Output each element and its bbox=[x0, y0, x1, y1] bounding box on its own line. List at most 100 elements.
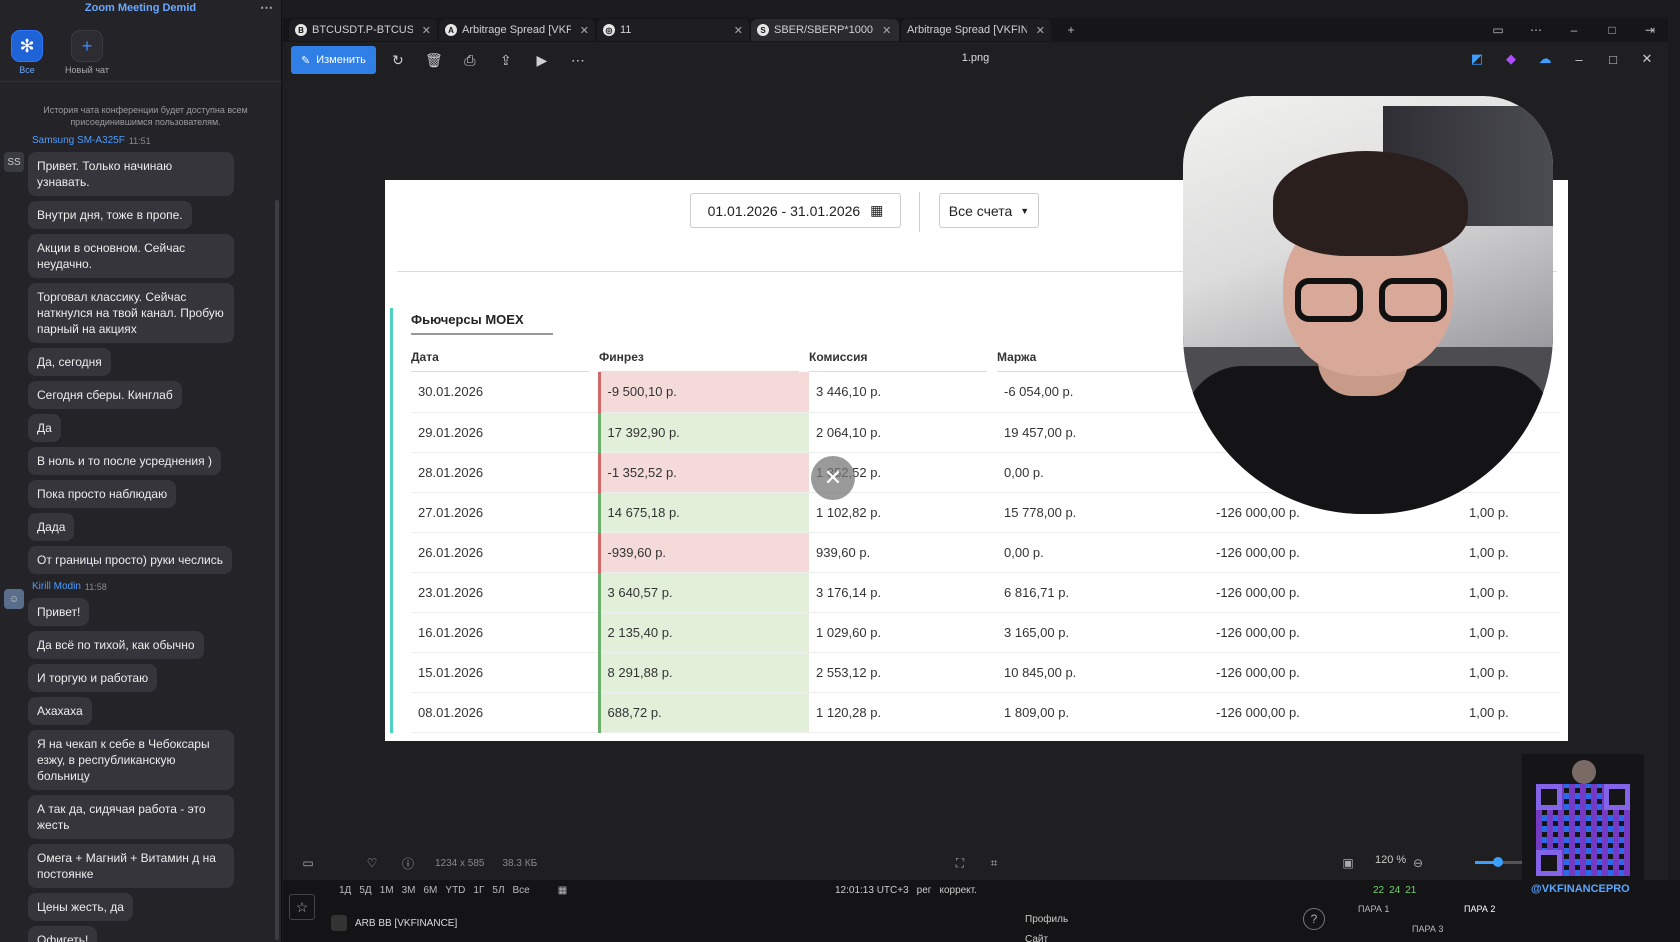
site-link[interactable]: Сайт bbox=[1025, 930, 1068, 942]
pair-tab[interactable]: ПАРА 3 bbox=[1412, 924, 1443, 934]
chevron-down-icon: ▼ bbox=[1020, 205, 1030, 216]
help-icon[interactable]: ? bbox=[1303, 908, 1325, 930]
tab-arbitrage-spread-2[interactable]: Arbitrage Spread [VKFINA ✕ bbox=[901, 19, 1051, 41]
table-row: 23.01.2026 3 640,57 р. 3 176,14 р. 6 816,71… bbox=[411, 572, 1559, 613]
chat-message[interactable]: Ахахаха bbox=[28, 697, 92, 725]
profile-link[interactable]: Профиль bbox=[1025, 910, 1068, 930]
chat-scrollbar[interactable] bbox=[275, 200, 279, 940]
close-tab-icon[interactable]: ✕ bbox=[422, 24, 431, 37]
chat-header: Zoom Meeting Demid ⋯ bbox=[0, 0, 281, 16]
maximize-icon[interactable]: □ bbox=[1602, 48, 1624, 70]
chat-message[interactable]: Привет! bbox=[28, 598, 90, 626]
avatar[interactable]: ☺ bbox=[4, 589, 24, 609]
chat-message[interactable]: В ноль и то после усреднения ) bbox=[28, 447, 221, 475]
zoom-out-icon[interactable]: ⊖ bbox=[1409, 854, 1427, 872]
pair-tab[interactable]: ПАРА 2 bbox=[1464, 904, 1495, 914]
range-button[interactable]: Все bbox=[513, 885, 530, 896]
tab-11[interactable]: ◎ 11 ✕ bbox=[597, 19, 749, 41]
more-icon[interactable]: ⋯ bbox=[260, 0, 273, 16]
close-tab-icon[interactable]: ✕ bbox=[882, 24, 891, 37]
range-button[interactable]: 1Д bbox=[339, 885, 351, 896]
fit-icon[interactable]: ⛶ bbox=[951, 854, 969, 872]
more-icon[interactable]: ⋯ bbox=[1518, 23, 1554, 37]
range-button[interactable]: 6М bbox=[424, 885, 438, 896]
accounts-select[interactable]: Все счета ▼ bbox=[939, 193, 1039, 228]
timeframe-ranges: 1Д 5Д 1М 3М 6М YTD 1Г 5Л Все ▦ bbox=[339, 885, 567, 896]
calendar-icon[interactable]: ▦ bbox=[558, 885, 567, 896]
more-icon[interactable]: ⋯ bbox=[564, 46, 592, 74]
chat-message[interactable]: Да, сегодня bbox=[28, 348, 111, 376]
share-icon[interactable]: ⇥ bbox=[1632, 23, 1668, 37]
tab-btcusdt[interactable]: B BTCUSDT.P-BTCUSDT.P ✕ bbox=[289, 19, 437, 41]
edit-button[interactable]: ✎ Изменить bbox=[291, 46, 376, 74]
range-button[interactable]: 3М bbox=[402, 885, 416, 896]
minimize-icon[interactable]: – bbox=[1568, 48, 1590, 70]
column-header: Финрез bbox=[599, 350, 809, 372]
chat-message[interactable]: Я на чекап к себе в Чебоксары езжу, в ре… bbox=[28, 730, 234, 790]
print-icon[interactable]: ⎙ bbox=[456, 46, 484, 74]
range-button[interactable]: 5Л bbox=[492, 885, 504, 896]
chat-message[interactable]: Привет. Только начинаю узнавать. bbox=[28, 152, 234, 196]
session-label[interactable]: рег bbox=[917, 885, 932, 896]
tab-arbitrage-spread[interactable]: A Arbitrage Spread [VKF ✕ bbox=[439, 19, 595, 41]
tab-sber-sberp[interactable]: S SBER/SBERP*1000 ✕ bbox=[751, 19, 899, 41]
chat-message[interactable]: И торгую и работаю bbox=[28, 664, 158, 692]
chat-message[interactable]: Да всё по тихой, как обычно bbox=[28, 631, 204, 659]
close-icon[interactable]: ✕ bbox=[1636, 48, 1658, 70]
chat-message[interactable]: А так да, сидячая работа - это жесть bbox=[28, 795, 234, 839]
chat-message[interactable]: Дада bbox=[28, 513, 75, 541]
chat-message[interactable]: Офигеть! bbox=[28, 926, 98, 942]
app-icon[interactable]: ◆ bbox=[1500, 48, 1522, 70]
crop-icon[interactable]: ⌗ bbox=[985, 854, 1003, 872]
maximize-icon[interactable]: □ bbox=[1594, 23, 1630, 37]
chat-message[interactable]: Сегодня сберы. Кинглаб bbox=[28, 381, 182, 409]
slideshow-icon[interactable]: ▶ bbox=[528, 46, 556, 74]
chat-message[interactable]: Пока просто наблюдаю bbox=[28, 480, 177, 508]
delete-icon[interactable]: 🗑 bbox=[420, 46, 448, 74]
layout-icon[interactable]: ▭ bbox=[1480, 23, 1516, 37]
info-icon[interactable]: ⓘ bbox=[399, 854, 417, 872]
symbol-bar[interactable]: ARB BB [VKFINANCE] bbox=[331, 915, 457, 931]
new-chat-button[interactable]: + Новый чат bbox=[64, 30, 110, 81]
filmstrip-icon[interactable]: ▭ bbox=[299, 854, 317, 872]
range-button[interactable]: 1М bbox=[380, 885, 394, 896]
range-button[interactable]: 5Д bbox=[359, 885, 371, 896]
star-icon[interactable]: ☆ bbox=[289, 894, 315, 920]
heart-icon[interactable]: ♡ bbox=[363, 854, 381, 872]
adjust-label[interactable]: коррект. bbox=[939, 885, 976, 896]
close-tab-icon[interactable]: ✕ bbox=[734, 24, 743, 37]
edit-icon: ✎ bbox=[301, 54, 311, 67]
new-tab-icon[interactable]: + bbox=[1053, 23, 1089, 37]
date-range-picker[interactable]: 01.01.2026 - 31.01.2026 ▦ bbox=[690, 193, 901, 228]
close-icon[interactable]: ✕ bbox=[811, 456, 855, 500]
column-header: Комиссия bbox=[809, 350, 997, 372]
chat-message[interactable]: Да bbox=[28, 414, 61, 442]
avatar[interactable]: SS bbox=[4, 152, 24, 172]
date-cell: 29.01.2026 bbox=[411, 412, 599, 453]
chat-tab-all[interactable]: ✻ Все bbox=[4, 30, 50, 81]
close-tab-icon[interactable]: ✕ bbox=[1036, 24, 1045, 37]
close-tab-icon[interactable]: ✕ bbox=[580, 24, 589, 37]
divider bbox=[919, 192, 920, 232]
chat-message[interactable]: Акции в основном. Сейчас неудачно. bbox=[28, 234, 234, 278]
rotate-icon[interactable]: ↻ bbox=[384, 46, 412, 74]
range-button[interactable]: 1Г bbox=[473, 885, 484, 896]
app-icon[interactable]: ◩ bbox=[1466, 48, 1488, 70]
zoom-level[interactable]: 120 % bbox=[1375, 854, 1406, 866]
cloud-icon[interactable]: ☁ bbox=[1534, 48, 1556, 70]
zoom-slider[interactable] bbox=[1475, 857, 1525, 867]
tab-favicon: A bbox=[445, 24, 457, 36]
pair-tab[interactable]: ПАРА 1 bbox=[1358, 904, 1389, 914]
table-row: 15.01.2026 8 291,88 р. 2 553,12 р. 10 845,0… bbox=[411, 652, 1559, 693]
chat-message[interactable]: Омега + Магний + Витамин д на постоянке bbox=[28, 844, 234, 888]
share-icon[interactable]: ⇪ bbox=[492, 46, 520, 74]
sender-name[interactable]: Kirill Modin bbox=[32, 581, 81, 592]
chat-message[interactable]: От границы просто) руки чеслись bbox=[28, 546, 232, 574]
range-button[interactable]: YTD bbox=[445, 885, 465, 896]
fullscreen-icon[interactable]: ▣ bbox=[1339, 854, 1357, 872]
sender-name[interactable]: Samsung SM-A325F bbox=[32, 135, 125, 146]
chat-message[interactable]: Внутри дня, тоже в пропе. bbox=[28, 201, 192, 229]
chat-message[interactable]: Торговал классику. Сейчас наткнулся на т… bbox=[28, 283, 234, 343]
minimize-icon[interactable]: – bbox=[1556, 23, 1592, 37]
chat-message[interactable]: Цены жесть, да bbox=[28, 893, 133, 921]
